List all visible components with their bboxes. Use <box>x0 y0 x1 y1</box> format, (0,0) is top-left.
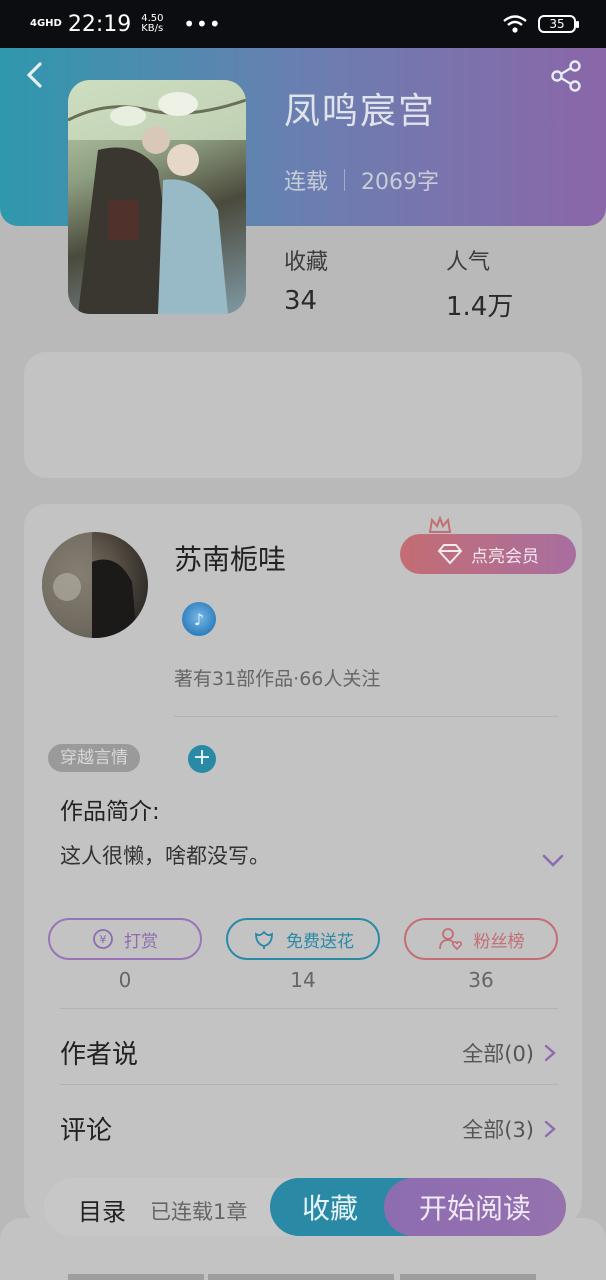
fan-ranking-button[interactable]: 粉丝榜 <box>404 918 558 960</box>
user-heart-icon <box>438 928 462 951</box>
svg-text:¥: ¥ <box>100 933 107 946</box>
chevron-down-icon[interactable] <box>540 850 566 870</box>
avatar-image <box>42 532 137 638</box>
diamond-icon <box>437 544 463 565</box>
table-of-contents-button[interactable]: 目录 <box>78 1192 126 1227</box>
share-button[interactable] <box>548 58 584 94</box>
book-word-count: 2069字 <box>361 170 440 195</box>
blank-card <box>24 352 582 478</box>
tip-button[interactable]: ¥ 打赏 <box>48 918 202 960</box>
tip-label: 打赏 <box>124 931 158 952</box>
author-avatar[interactable] <box>42 532 148 638</box>
divider <box>60 1084 558 1085</box>
book-status: 连载 <box>284 170 329 195</box>
intro-label: 作品简介: <box>60 799 160 825</box>
comments-count: 全部(3) <box>462 1118 534 1142</box>
start-reading-label: 开始阅读 <box>418 1192 531 1225</box>
stat-favorites: 收藏 34 <box>284 244 328 316</box>
book-title: 凤鸣宸宫 <box>284 91 437 132</box>
share-icon <box>551 60 581 92</box>
meta-divider <box>344 169 346 191</box>
send-flower-label: 免费送花 <box>286 931 354 952</box>
stat-value: 1.4万 <box>446 292 514 322</box>
flower-count: 14 <box>290 968 316 992</box>
clock: 22:19 <box>67 11 132 37</box>
vip-button-label: 点亮会员 <box>471 546 539 567</box>
stat-value: 34 <box>284 286 318 316</box>
network-speed: 4.50 KB/s <box>141 13 164 34</box>
author-says-count: 全部(0) <box>462 1042 534 1066</box>
send-flower-button[interactable]: 免费送花 <box>226 918 380 960</box>
author-says-title: 作者说 <box>60 1040 139 1070</box>
more-notifications-icon: ••• <box>183 12 222 36</box>
divider <box>60 1008 558 1009</box>
comments-title: 评论 <box>60 1116 113 1146</box>
fan-ranking-label: 粉丝榜 <box>473 931 525 952</box>
stat-label: 人气 <box>446 250 491 275</box>
chevron-right-icon <box>544 1120 556 1138</box>
coin-icon: ¥ <box>93 929 113 949</box>
divider <box>174 716 558 717</box>
flower-icon <box>255 930 273 949</box>
genre-tag[interactable]: 穿越言情 <box>48 744 140 772</box>
chevron-left-icon <box>26 62 42 88</box>
comments-all-link[interactable]: 全部(3) <box>462 1114 556 1144</box>
cover-illustration <box>68 80 246 314</box>
chevron-right-icon <box>544 1044 556 1062</box>
network-indicator: 4GHD <box>30 18 62 29</box>
author-name[interactable]: 苏南栀哇 <box>174 538 286 578</box>
intro-text: 这人很懒，啥都没写。 <box>60 844 270 868</box>
favorite-label: 收藏 <box>301 1192 358 1225</box>
status-bar: 4GHD 22:19 4.50 KB/s ••• 35 <box>0 0 606 48</box>
book-cover[interactable] <box>68 80 246 314</box>
bottom-tab-indicator <box>400 1274 536 1280</box>
chapter-status: 已连载1章 <box>150 1200 248 1224</box>
bottom-tab-indicator <box>208 1274 394 1280</box>
vip-button[interactable]: 点亮会员 <box>400 534 576 574</box>
start-reading-button[interactable]: 开始阅读 <box>384 1178 566 1236</box>
tip-count: 0 <box>118 968 132 992</box>
author-level-badge-icon: ♪ <box>182 602 216 636</box>
author-summary: 著有31部作品·66人关注 <box>174 668 381 690</box>
battery-icon: 35 <box>538 15 579 33</box>
stat-label: 收藏 <box>284 250 329 275</box>
stat-popularity: 人气 1.4万 <box>446 244 513 323</box>
add-tag-button[interactable]: + <box>188 745 216 773</box>
fan-count: 36 <box>468 968 494 992</box>
bottom-tab-indicator <box>68 1274 204 1280</box>
wifi-icon <box>503 15 527 33</box>
book-meta: 连载 2069字 <box>284 164 439 196</box>
crown-icon <box>428 516 452 533</box>
back-button[interactable] <box>20 60 50 90</box>
author-says-all-link[interactable]: 全部(0) <box>462 1038 556 1068</box>
